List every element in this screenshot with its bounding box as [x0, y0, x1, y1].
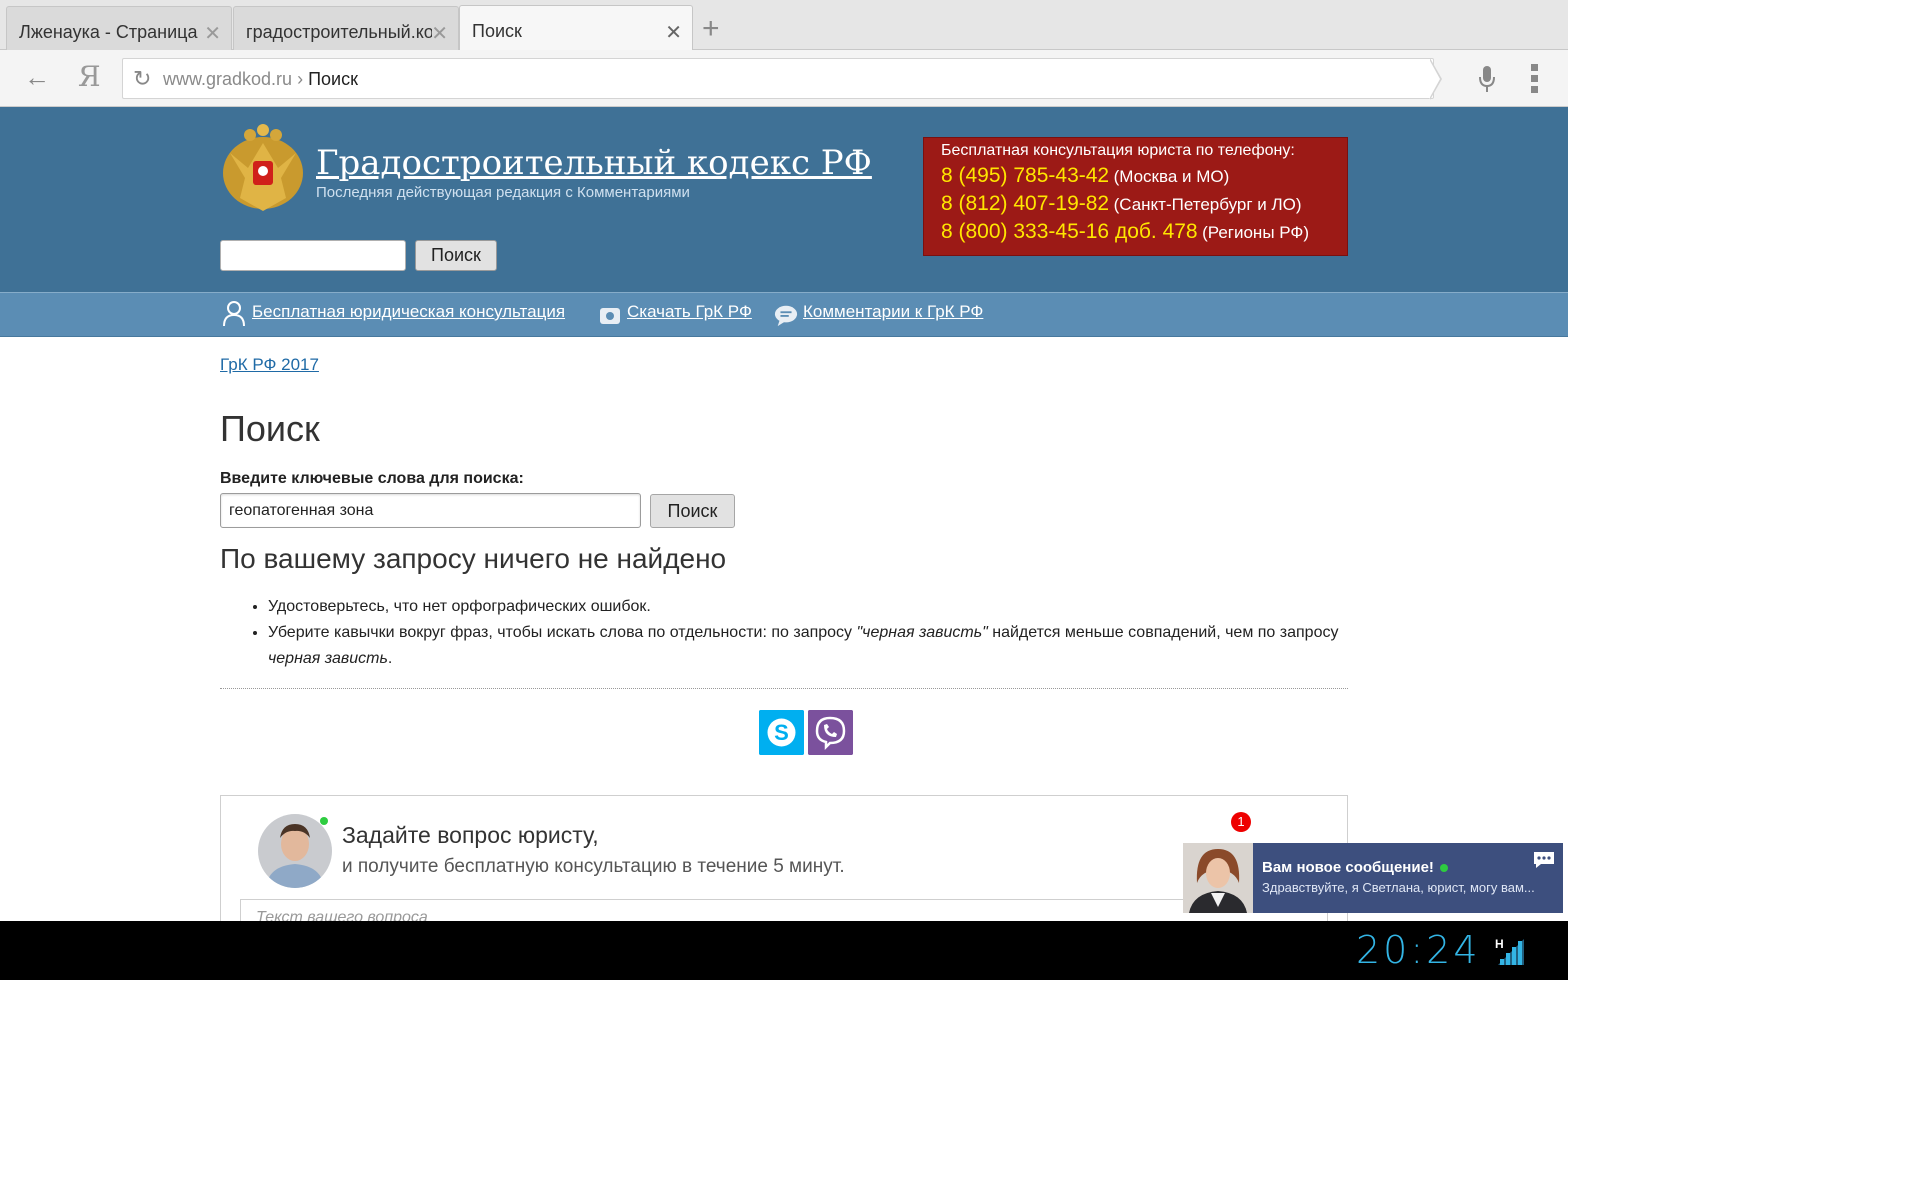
nav-free-consultation[interactable]: Бесплатная юридическая консультация [252, 302, 565, 322]
ask-subtitle: и получите бесплатную консультацию в теч… [342, 856, 845, 877]
phone-line-regions: 8 (800) 333-45-16 доб. 478 (Регионы РФ) [941, 220, 1347, 244]
chat-bubble-icon[interactable] [1533, 851, 1555, 869]
chat-title: Вам новое сообщение! [1262, 859, 1448, 876]
phone-number[interactable]: 8 (812) 407-19-82 [941, 192, 1109, 215]
svg-text:S: S [774, 720, 789, 745]
notification-badge: 1 [1231, 812, 1251, 832]
breadcrumb[interactable]: ГрК РФ 2017 [220, 355, 319, 375]
microphone-icon[interactable] [1476, 64, 1498, 94]
ask-title: Задайте вопрос юристу, [342, 822, 599, 848]
nav-comments[interactable]: Комментарии к ГрК РФ [803, 302, 983, 322]
url-separator: › [297, 69, 304, 89]
tip-example-plain: черная зависть [268, 650, 388, 667]
reload-icon[interactable]: ↻ [133, 66, 151, 92]
phone-line-moscow: 8 (495) 785-43-42 (Москва и МО) [941, 164, 1347, 188]
browser-toolbar: ← Я ↻ www.gradkod.ru › Поиск [0, 50, 1568, 107]
site-subtitle: Последняя действующая редакция с Коммент… [316, 184, 690, 201]
banner-heading: Бесплатная консультация юриста по телефо… [941, 142, 1295, 159]
address-bar-edge-fill [1429, 59, 1440, 99]
search-input[interactable] [220, 493, 641, 528]
skype-icon[interactable]: S [759, 710, 804, 755]
system-bar [0, 921, 1568, 980]
phone-number[interactable]: 8 (495) 785-43-42 [941, 164, 1109, 187]
clock: 20:24 [1356, 928, 1481, 972]
tab-label: градостроительный.кодекс [246, 22, 432, 42]
url-page: Поиск [308, 69, 358, 89]
divider [220, 688, 1348, 689]
tab-lzhenauka[interactable]: Лженаука - Страница 2 ✕ [6, 6, 232, 50]
close-icon[interactable]: ✕ [431, 21, 448, 46]
nav-download[interactable]: Скачать ГрК РФ [627, 302, 752, 322]
close-icon[interactable]: ✕ [665, 20, 682, 45]
search-tip: Уберите кавычки вокруг фраз, чтобы искат… [268, 620, 1348, 672]
search-tips: Удостоверьтесь, что нет орфографических … [248, 594, 1348, 672]
tab-label: Поиск [472, 21, 522, 41]
close-icon[interactable]: ✕ [204, 21, 221, 46]
tip-text: найдется меньше совпадений, чем по запро… [987, 624, 1339, 641]
header-search-input[interactable] [220, 240, 406, 271]
search-label: Введите ключевые слова для поиска: [220, 470, 524, 487]
user-icon [223, 301, 245, 326]
phone-region: (Регионы РФ) [1202, 223, 1310, 242]
chat-popup[interactable]: Вам новое сообщение! Здравствуйте, я Све… [1183, 843, 1563, 913]
operator-avatar [1183, 843, 1253, 913]
phone-region: (Санкт-Петербург и ЛО) [1113, 195, 1302, 214]
header-search-button[interactable]: Поиск [415, 240, 497, 271]
phone-region: (Москва и МО) [1113, 167, 1230, 186]
phone-line-spb: 8 (812) 407-19-82 (Санкт-Петербург и ЛО) [941, 192, 1347, 216]
no-results-heading: По вашему запросу ничего не найдено [220, 543, 727, 574]
page-title: Поиск [220, 408, 320, 449]
tab-poisk[interactable]: Поиск ✕ [459, 5, 693, 50]
tab-label: Лженаука - Страница 2 [19, 22, 203, 42]
lawyer-avatar [258, 814, 332, 888]
yandex-icon[interactable]: Я [78, 60, 101, 93]
viber-icon[interactable] [808, 710, 853, 755]
phone-number[interactable]: 8 (800) 333-45-16 доб. 478 [941, 220, 1198, 243]
tab-strip: Лженаука - Страница 2 ✕ градостроительны… [0, 0, 1568, 50]
comment-icon [774, 305, 798, 327]
site-title[interactable]: Градостроительный кодекс РФ [316, 143, 872, 183]
download-icon [600, 308, 620, 324]
online-status-dot [1439, 864, 1448, 873]
coat-of-arms-icon [223, 124, 303, 211]
chat-message-preview: Здравствуйте, я Светлана, юрист, могу ва… [1262, 880, 1535, 895]
url-host: www.gradkod.ru [163, 69, 293, 89]
tab-gradostroitelny[interactable]: градостроительный.кодекс ✕ [233, 6, 459, 50]
search-button[interactable]: Поиск [650, 494, 735, 528]
new-tab-button[interactable]: + [702, 12, 720, 46]
overflow-menu-icon[interactable] [1530, 64, 1540, 94]
online-status-dot [320, 817, 328, 825]
tip-text: . [387, 650, 393, 667]
search-tip: Удостоверьтесь, что нет орфографических … [268, 594, 1348, 620]
address-bar[interactable]: ↻ www.gradkod.ru › Поиск [122, 58, 1434, 99]
signal-strength-icon [1498, 939, 1524, 965]
url-text[interactable]: www.gradkod.ru › Поиск [163, 69, 358, 90]
tip-example-quoted: "черная зависть" [856, 624, 988, 641]
back-arrow-icon[interactable]: ← [24, 62, 50, 93]
phone-consultation-banner: Бесплатная консультация юриста по телефо… [923, 137, 1348, 256]
chat-title-text: Вам новое сообщение! [1262, 859, 1434, 876]
tip-text: Уберите кавычки вокруг фраз, чтобы искат… [268, 624, 857, 641]
